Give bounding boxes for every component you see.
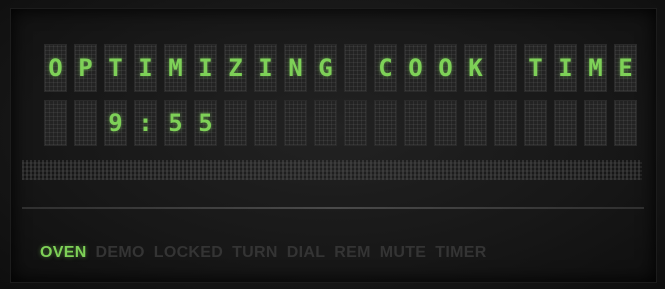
display-cell: O [404, 44, 427, 92]
display-line-2: 9 : 5 5 [44, 100, 644, 146]
display-cell [494, 100, 517, 146]
oven-display-panel: O P T I M I Z I N G C O O K T I M E 9 : … [0, 0, 665, 289]
display-cell [254, 100, 277, 146]
indicator-timer: TIMER [435, 244, 487, 261]
status-indicators: OVEN DEMO LOCKED TURN DIAL REM MUTE TIME… [40, 244, 496, 262]
display-cell: 5 [194, 100, 217, 146]
display-cell [554, 100, 577, 146]
display-cell [374, 100, 397, 146]
display-cell: T [524, 44, 547, 92]
display-cell: 5 [164, 100, 187, 146]
display-cell [584, 100, 607, 146]
indicator-rem: REM [334, 244, 371, 261]
display-cell [344, 100, 367, 146]
indicator-oven: OVEN [40, 244, 87, 261]
display-cell: N [284, 44, 307, 92]
display-line-1: O P T I M I Z I N G C O O K T I M E [44, 44, 644, 92]
display-cell: Z [224, 44, 247, 92]
display-cell: O [434, 44, 457, 92]
display-cell: C [374, 44, 397, 92]
display-cell: : [134, 100, 157, 146]
display-cell [464, 100, 487, 146]
display-cell: M [584, 44, 607, 92]
display-cell [284, 100, 307, 146]
indicator-turn: TURN [232, 244, 278, 261]
display-cell [224, 100, 247, 146]
display-cell: I [134, 44, 157, 92]
display-cell: G [314, 44, 337, 92]
display-cell: E [614, 44, 637, 92]
display-cell: I [554, 44, 577, 92]
display-cell [44, 100, 67, 146]
display-cell: K [464, 44, 487, 92]
display-cell: I [194, 44, 217, 92]
display-cell [74, 100, 97, 146]
display-cell: T [104, 44, 127, 92]
display-cell [524, 100, 547, 146]
display-cell [344, 44, 367, 92]
indicator-locked: LOCKED [153, 244, 224, 261]
display-cell [314, 100, 337, 146]
indicator-mute: MUTE [379, 244, 427, 261]
display-cell: 9 [104, 100, 127, 146]
display-cell: M [164, 44, 187, 92]
display-cell [434, 100, 457, 146]
display-cell [614, 100, 637, 146]
display-cell: O [44, 44, 67, 92]
display-cell [494, 44, 517, 92]
display-cell: I [254, 44, 277, 92]
display-cell: P [74, 44, 97, 92]
divider [22, 207, 644, 209]
indicator-demo: DEMO [95, 244, 145, 261]
display-cell [404, 100, 427, 146]
indicator-dial: DIAL [286, 244, 326, 261]
dot-matrix-strip [22, 160, 642, 180]
